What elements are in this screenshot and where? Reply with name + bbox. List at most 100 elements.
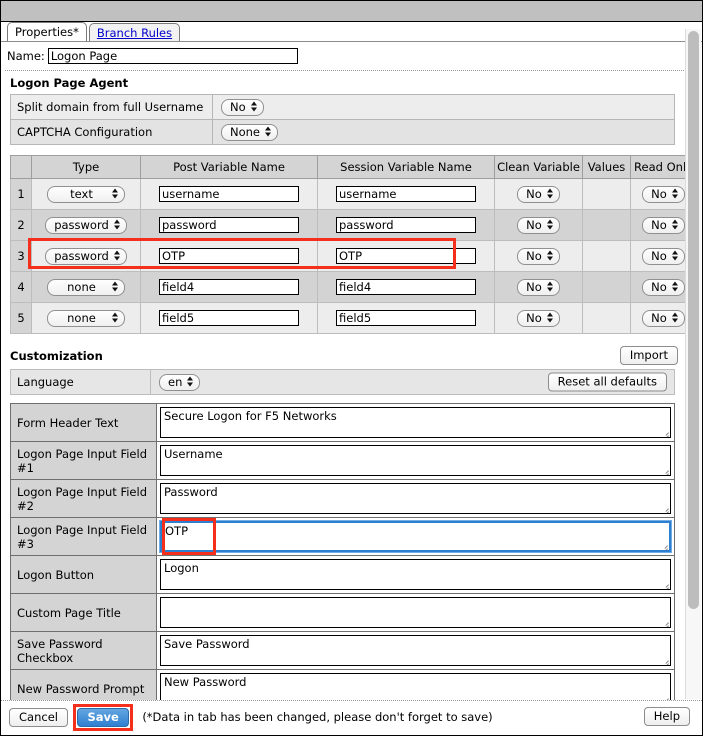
type-cell: text bbox=[31, 178, 141, 210]
save-button-wrapper: Save bbox=[73, 704, 133, 731]
logon-fields-table: Type Post Variable Name Session Variable… bbox=[10, 155, 697, 334]
name-input[interactable]: Logon Page bbox=[47, 48, 298, 64]
tab-branch-rules[interactable]: Branch Rules bbox=[88, 23, 181, 41]
tab-properties[interactable]: Properties* bbox=[7, 22, 87, 41]
help-button[interactable]: Help bbox=[643, 707, 690, 726]
row-index: 1 bbox=[10, 178, 32, 210]
reset-all-defaults-button[interactable]: Reset all defaults bbox=[547, 372, 667, 392]
post-variable-cell: username bbox=[140, 178, 318, 210]
logon-button-textarea[interactable]: Logon bbox=[160, 559, 671, 590]
captcha-config-select[interactable]: None bbox=[221, 123, 279, 141]
resize-grip-icon[interactable] bbox=[661, 581, 669, 589]
read-only-select[interactable]: No bbox=[642, 278, 685, 296]
row-index: 2 bbox=[10, 209, 32, 241]
table-row: Logon Page Input Field #2 Password bbox=[10, 479, 675, 518]
custom-page-title-label: Custom Page Title bbox=[10, 593, 157, 632]
logon-page-agent-table: Split domain from full Username No CAPTC… bbox=[10, 94, 675, 145]
session-variable-input[interactable]: field4 bbox=[336, 279, 476, 295]
logon-button-value: Logon bbox=[164, 561, 199, 575]
logon-input-field-3-textarea[interactable]: OTP bbox=[159, 520, 672, 553]
type-select[interactable]: text bbox=[47, 185, 125, 203]
read-only-select[interactable]: No bbox=[642, 247, 685, 265]
type-cell: password bbox=[31, 240, 141, 272]
logon-page-agent-heading: Logon Page Agent bbox=[10, 76, 129, 90]
type-value: password bbox=[54, 248, 109, 263]
post-variable-input[interactable]: OTP bbox=[159, 248, 299, 264]
logon-input-field-2-textarea[interactable]: Password bbox=[160, 483, 671, 514]
table-row: 2 password password password No No bbox=[10, 209, 697, 241]
type-cell: none bbox=[31, 271, 141, 303]
session-variable-input[interactable]: password bbox=[336, 217, 476, 233]
clean-variable-value: No bbox=[526, 279, 542, 294]
type-select[interactable]: password bbox=[45, 247, 127, 265]
table-row: 4 none field4 field4 No No bbox=[10, 271, 697, 303]
logon-input-field-1-value: Username bbox=[164, 447, 223, 461]
col-header-session-variable-name: Session Variable Name bbox=[317, 155, 495, 179]
logon-input-field-1-cell: Username bbox=[156, 441, 675, 480]
read-only-value: No bbox=[651, 279, 667, 294]
chevron-updown-icon bbox=[546, 312, 554, 324]
type-value: text bbox=[70, 186, 93, 201]
new-password-prompt-value: New Password bbox=[164, 675, 247, 689]
save-password-checkbox-value: Save Password bbox=[164, 637, 250, 651]
import-button[interactable]: Import bbox=[619, 346, 678, 365]
custom-page-title-textarea[interactable] bbox=[160, 597, 671, 628]
name-row: Name: Logon Page bbox=[1, 42, 702, 70]
read-only-value: No bbox=[651, 310, 667, 325]
table-header-row: Type Post Variable Name Session Variable… bbox=[10, 155, 697, 179]
language-select[interactable]: en bbox=[159, 373, 201, 391]
language-table: Language en Reset all defaults bbox=[10, 369, 675, 395]
chevron-updown-icon bbox=[113, 250, 121, 262]
clean-variable-value: No bbox=[526, 217, 542, 232]
type-select[interactable]: none bbox=[47, 278, 125, 296]
clean-variable-select[interactable]: No bbox=[517, 309, 560, 327]
logon-input-field-2-label: Logon Page Input Field #2 bbox=[10, 479, 157, 518]
logon-input-field-1-textarea[interactable]: Username bbox=[160, 445, 671, 476]
read-only-value: No bbox=[651, 217, 667, 232]
vertical-scrollbar[interactable] bbox=[685, 29, 701, 699]
resize-grip-icon[interactable] bbox=[661, 429, 669, 437]
resize-grip-icon[interactable] bbox=[661, 467, 669, 475]
scrollbar-thumb[interactable] bbox=[688, 31, 699, 609]
resize-grip-icon[interactable] bbox=[661, 657, 669, 665]
post-variable-input[interactable]: field4 bbox=[159, 279, 299, 295]
values-cell bbox=[582, 209, 631, 241]
table-row: Save Password Checkbox Save Password bbox=[10, 631, 675, 670]
read-only-select[interactable]: No bbox=[642, 309, 685, 327]
chevron-updown-icon bbox=[671, 281, 679, 293]
clean-variable-select[interactable]: No bbox=[517, 216, 560, 234]
read-only-select[interactable]: No bbox=[642, 185, 685, 203]
clean-variable-select[interactable]: No bbox=[517, 247, 560, 265]
resize-grip-icon[interactable] bbox=[661, 505, 669, 513]
form-header-text-cell: Secure Logon for F5 Networks bbox=[156, 403, 675, 442]
session-variable-input[interactable]: field5 bbox=[336, 310, 476, 326]
row-index: 3 bbox=[10, 240, 32, 272]
customization-header: Customization Import bbox=[1, 346, 702, 367]
cancel-button[interactable]: Cancel bbox=[9, 708, 68, 727]
logon-input-field-2-cell: Password bbox=[156, 479, 675, 518]
type-select[interactable]: password bbox=[45, 216, 127, 234]
clean-variable-value: No bbox=[526, 186, 542, 201]
clean-variable-select[interactable]: No bbox=[517, 278, 560, 296]
read-only-select[interactable]: No bbox=[642, 216, 685, 234]
save-button-highlight-annotation bbox=[73, 704, 133, 731]
type-select[interactable]: none bbox=[47, 309, 125, 327]
session-variable-input[interactable]: OTP bbox=[336, 248, 476, 264]
save-password-checkbox-textarea[interactable]: Save Password bbox=[160, 635, 671, 666]
split-domain-select[interactable]: No bbox=[221, 98, 264, 116]
customization-table: Form Header Text Secure Logon for F5 Net… bbox=[10, 403, 675, 708]
table-row: Form Header Text Secure Logon for F5 Net… bbox=[10, 403, 675, 442]
form-header-text-value: Secure Logon for F5 Networks bbox=[164, 409, 337, 423]
post-variable-input[interactable]: username bbox=[159, 186, 299, 202]
resize-grip-icon[interactable] bbox=[660, 542, 668, 550]
clean-variable-select[interactable]: No bbox=[517, 185, 560, 203]
session-variable-input[interactable]: username bbox=[336, 186, 476, 202]
chevron-updown-icon bbox=[113, 219, 121, 231]
table-row: Language en Reset all defaults bbox=[10, 369, 675, 395]
form-header-text-textarea[interactable]: Secure Logon for F5 Networks bbox=[160, 407, 671, 438]
tab-strip: Properties* Branch Rules bbox=[1, 22, 702, 42]
name-label: Name: bbox=[7, 49, 45, 63]
post-variable-input[interactable]: password bbox=[159, 217, 299, 233]
resize-grip-icon[interactable] bbox=[661, 619, 669, 627]
post-variable-input[interactable]: field5 bbox=[159, 310, 299, 326]
